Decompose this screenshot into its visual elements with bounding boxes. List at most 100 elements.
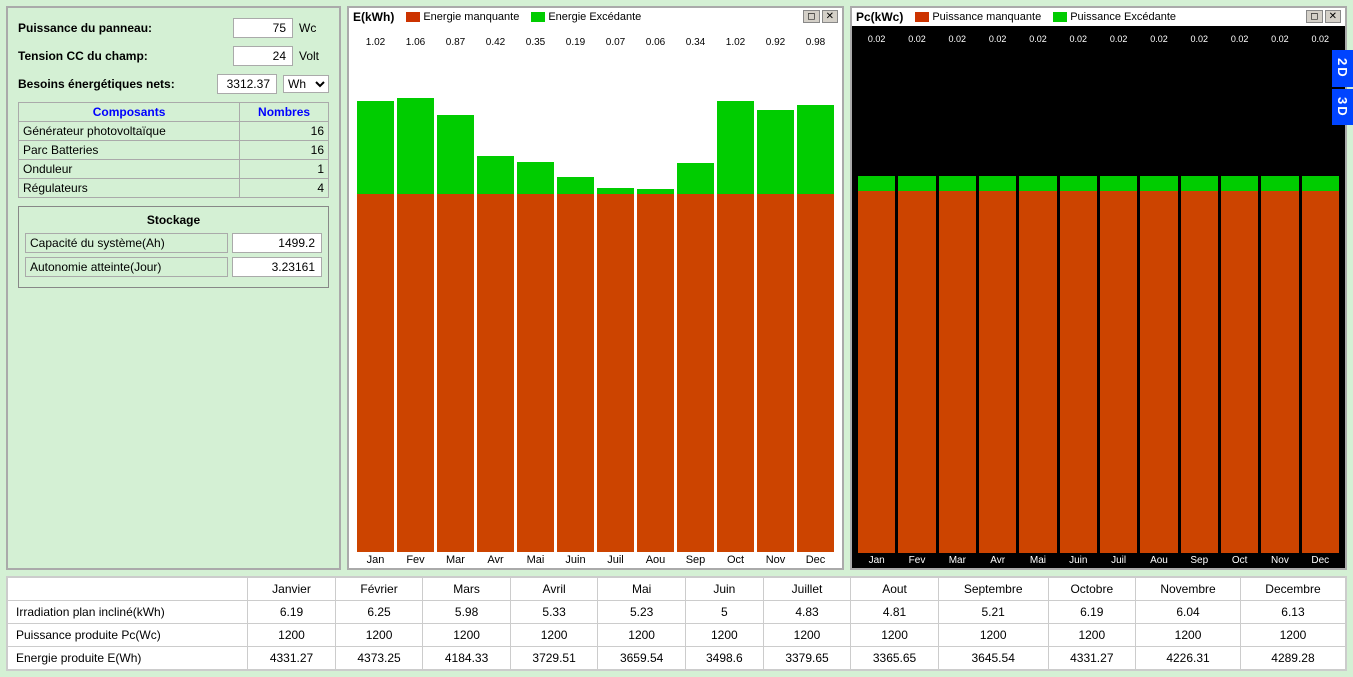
table-cell: 5.21	[938, 601, 1048, 624]
pc-bar-value-label: 0.02	[1019, 34, 1056, 44]
bar-green	[397, 98, 434, 195]
bottom-table-container: JanvierFévrierMarsAvrilMaiJuinJuilletAou…	[6, 576, 1347, 671]
legend-pc-excedante: Puissance Excédante	[1053, 11, 1176, 23]
bar-green	[757, 110, 794, 194]
pc-bar-group: 0.02	[939, 50, 976, 553]
bar-green	[717, 101, 754, 194]
table-header: Decembre	[1240, 578, 1345, 601]
pc-x-label: Dec	[1302, 555, 1339, 566]
chart-pc-controls: ◻ ✕	[1306, 10, 1341, 23]
bar-value-label: 0.07	[597, 37, 634, 48]
table-cell: 6.04	[1136, 601, 1241, 624]
table-cell: 4226.31	[1136, 647, 1241, 670]
table-header: Mars	[423, 578, 511, 601]
pc-bar-group: 0.02	[1100, 50, 1137, 553]
tension-label: Tension CC du champ:	[18, 49, 227, 63]
chart-pc-panel: Pc(kWc) Puissance manquante Puissance Ex…	[850, 6, 1347, 570]
pc-bar-orange	[858, 191, 895, 553]
pc-bar-orange	[1100, 191, 1137, 553]
chart-e-restore[interactable]: ◻	[803, 10, 819, 23]
bar-orange	[797, 194, 834, 552]
table-cell: 5.98	[423, 601, 511, 624]
pc-bar-green	[1181, 176, 1218, 191]
left-panel: Puissance du panneau: 75 Wc Tension CC d…	[6, 6, 341, 570]
pc-bar-green	[858, 176, 895, 191]
chart-pc-header: Pc(kWc) Puissance manquante Puissance Ex…	[852, 8, 1345, 26]
pc-bar-green	[1140, 176, 1177, 191]
chart-pc-close[interactable]: ✕	[1325, 10, 1341, 23]
components-table: Composants Nombres Générateur photovolta…	[18, 102, 329, 198]
bar-green	[437, 115, 474, 194]
besoins-unit-select[interactable]: Wh kWh	[283, 75, 329, 93]
x-label: Sep	[677, 554, 714, 566]
pc-bar-orange	[1019, 191, 1056, 553]
x-label: Aou	[637, 554, 674, 566]
bar-group: 1.02	[357, 55, 394, 552]
table-cell: 1200	[685, 624, 763, 647]
table-cell: 1200	[510, 624, 598, 647]
pc-bar-orange	[1221, 191, 1258, 553]
tension-unit: Volt	[299, 49, 329, 63]
puissance-unit: Wc	[299, 21, 329, 35]
pc-bar-green	[898, 176, 935, 191]
stockage-row: Capacité du système(Ah)1499.2	[25, 233, 322, 253]
pc-bar-group: 0.02	[1302, 50, 1339, 553]
table-header: Septembre	[938, 578, 1048, 601]
bar-orange	[757, 194, 794, 552]
pc-bar-group: 0.02	[1140, 50, 1177, 553]
tension-row: Tension CC du champ: 24 Volt	[18, 46, 329, 66]
table-header: Janvier	[248, 578, 336, 601]
pc-bar-value-label: 0.02	[1100, 34, 1137, 44]
pc-bar-value-label: 0.02	[1302, 34, 1339, 44]
legend-manquante-box	[406, 12, 420, 22]
chart-e-close[interactable]: ✕	[822, 10, 838, 23]
table-cell: 1200	[938, 624, 1048, 647]
legend-pc-manquante: Puissance manquante	[915, 11, 1041, 23]
stockage-row: Autonomie atteinte(Jour)3.23161	[25, 257, 322, 277]
table-cell: 4331.27	[1048, 647, 1136, 670]
pc-bar-group: 0.02	[1060, 50, 1097, 553]
x-label: Nov	[757, 554, 794, 566]
pc-bar-orange	[1302, 191, 1339, 553]
bar-orange	[717, 194, 754, 552]
pc-bar-orange	[1181, 191, 1218, 553]
table-cell: 3645.54	[938, 647, 1048, 670]
pc-bar-green	[1100, 176, 1137, 191]
x-label: Mai	[517, 554, 554, 566]
table-cell: 1200	[1240, 624, 1345, 647]
legend-excedante: Energie Excédante	[531, 11, 641, 23]
pc-bar-orange	[1060, 191, 1097, 553]
puissance-row: Puissance du panneau: 75 Wc	[18, 18, 329, 38]
component-row: Générateur photovoltaïque16	[19, 122, 329, 141]
btn-2d[interactable]: 2D	[1332, 50, 1353, 87]
table-header: Aout	[851, 578, 939, 601]
table-cell: 6.19	[1048, 601, 1136, 624]
btn-3d[interactable]: 3D	[1332, 89, 1353, 126]
bar-group: 0.98	[797, 55, 834, 552]
table-cell: 1200	[248, 624, 336, 647]
chart-e-header: E(kWh) Energie manquante Energie Excédan…	[349, 8, 842, 26]
table-row-label: Puissance produite Pc(Wc)	[8, 624, 248, 647]
chart-pc-x-axis: JanFevMarAvrMaiJuinJuilAouSepOctNovDec	[852, 553, 1345, 568]
bar-group: 1.06	[397, 55, 434, 552]
pc-bar-group: 0.02	[1261, 50, 1298, 553]
x-label: Mar	[437, 554, 474, 566]
component-row: Parc Batteries16	[19, 141, 329, 160]
pc-x-label: Oct	[1221, 555, 1258, 566]
pc-bar-group: 0.02	[1019, 50, 1056, 553]
table-header	[8, 578, 248, 601]
side-buttons: 2D 3D	[1332, 50, 1353, 125]
table-cell: 1200	[1048, 624, 1136, 647]
chart-e-controls: ◻ ✕	[803, 10, 838, 23]
col-nombres: Nombres	[240, 103, 329, 122]
pc-bar-value-label: 0.02	[858, 34, 895, 44]
pc-bar-group: 0.02	[898, 50, 935, 553]
pc-bar-value-label: 0.02	[939, 34, 976, 44]
table-cell: 1200	[851, 624, 939, 647]
besoins-value: 3312.37	[217, 74, 277, 94]
chart-pc-restore[interactable]: ◻	[1306, 10, 1322, 23]
table-cell: 1200	[1136, 624, 1241, 647]
pc-bar-green	[1302, 176, 1339, 191]
pc-bar-value-label: 0.02	[1261, 34, 1298, 44]
pc-bar-value-label: 0.02	[898, 34, 935, 44]
